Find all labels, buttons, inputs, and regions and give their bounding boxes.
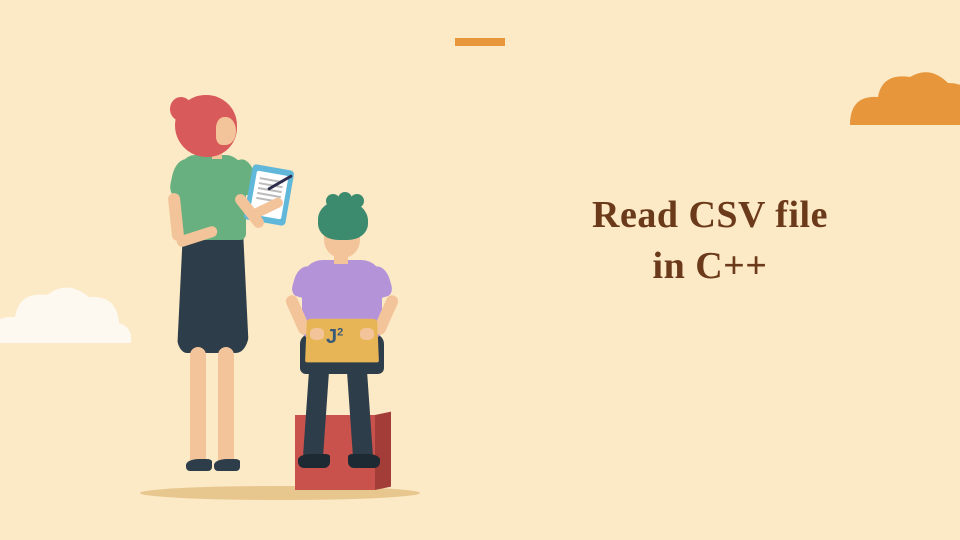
cloud-icon [0,265,135,360]
hero-illustration: J2 [130,95,430,515]
accent-bar [455,38,505,46]
cloud-icon [830,55,960,145]
page-title: Read CSV file in C++ [520,190,900,293]
title-line-1: Read CSV file [592,194,828,236]
sitting-man: J2 [270,200,420,490]
standing-woman [140,95,270,490]
laptop-logo: J2 [326,326,356,354]
title-line-2: in C++ [653,245,768,287]
